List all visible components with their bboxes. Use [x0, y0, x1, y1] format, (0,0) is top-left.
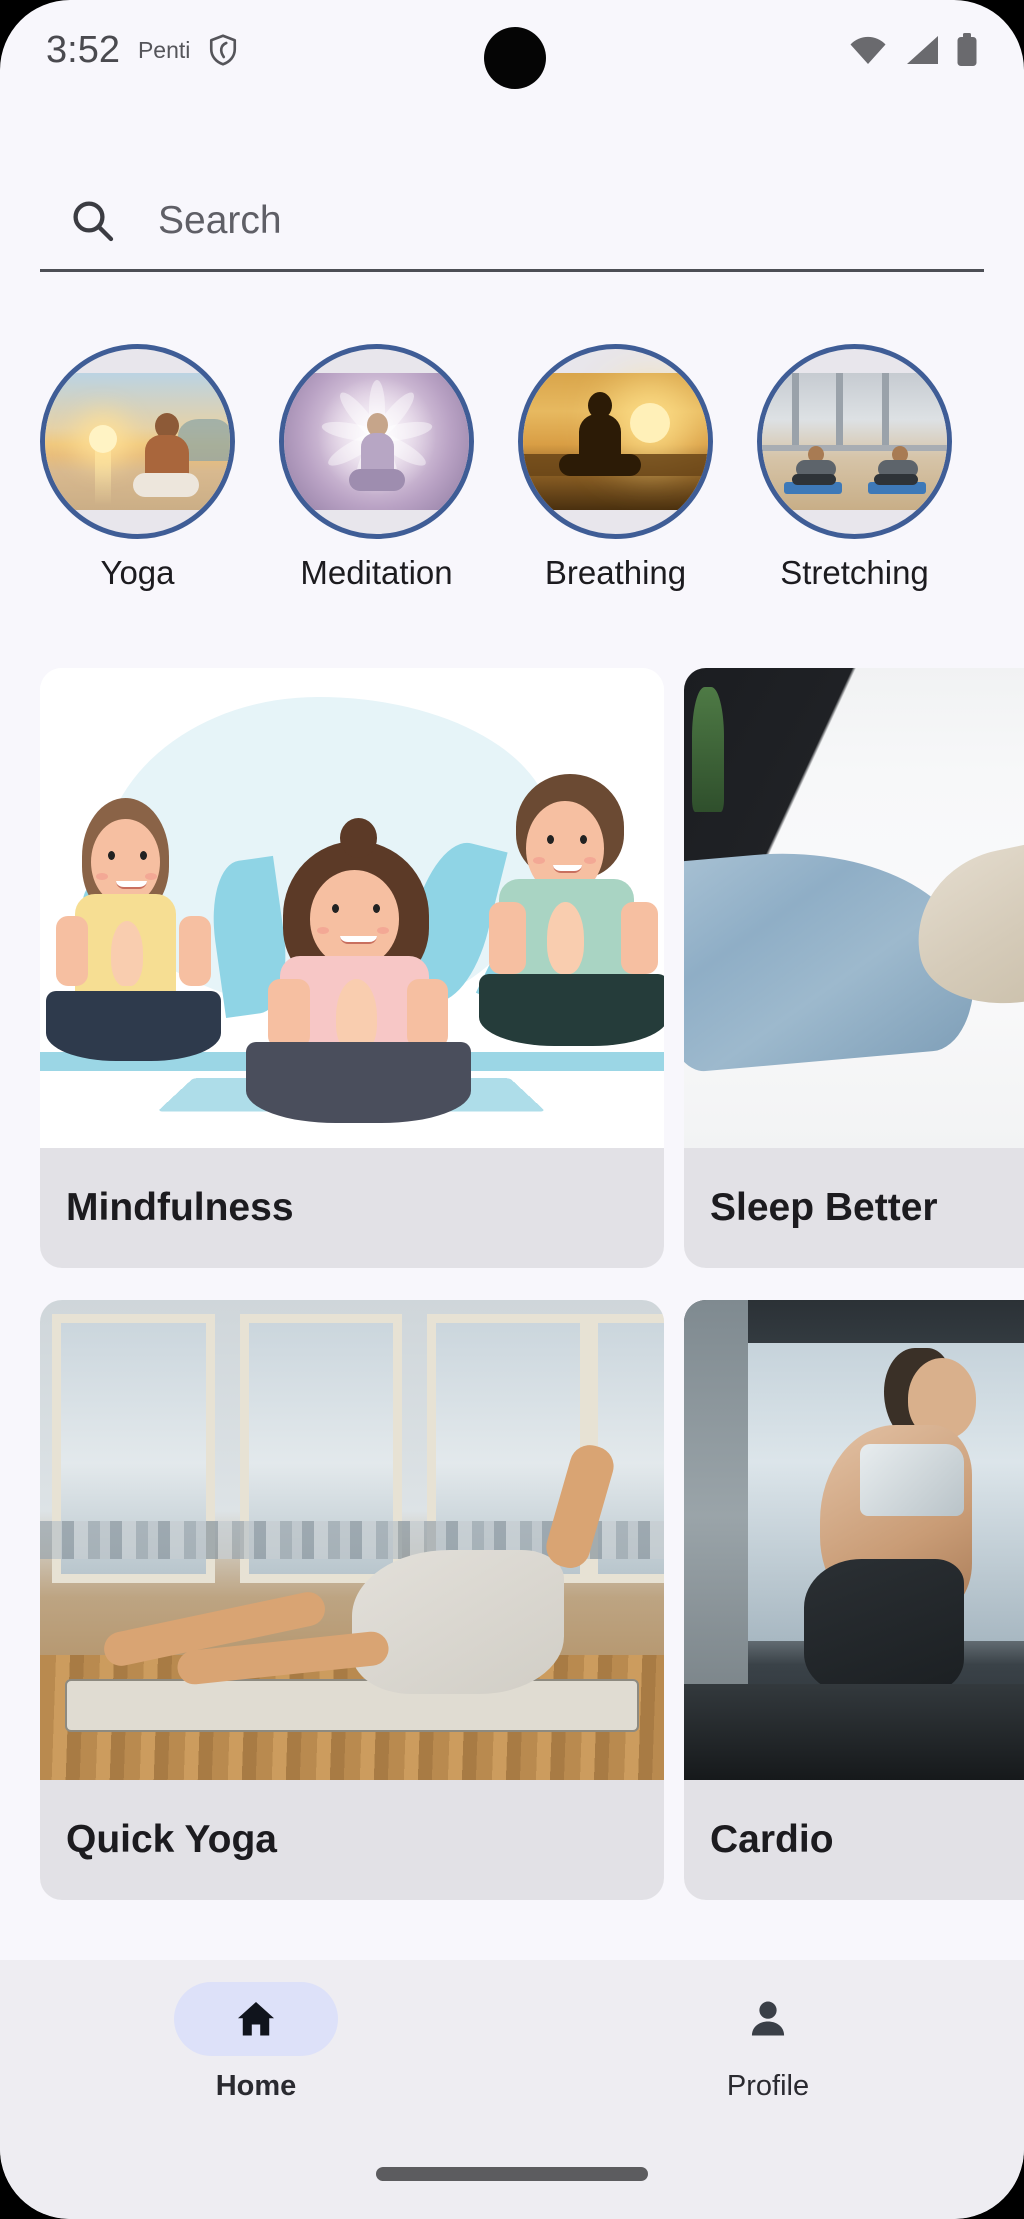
card-title: Sleep Better [710, 1186, 938, 1229]
phone-screen: 3:52 Penti Search Yoga Meditation Breath… [0, 0, 1024, 2219]
wifi-icon [848, 35, 888, 65]
card-label-bar: Quick Yoga [40, 1780, 664, 1900]
category-label: Breathing [544, 554, 687, 591]
stretching-thumbnail-image [762, 373, 947, 510]
shield-icon [208, 33, 238, 67]
card-title: Quick Yoga [66, 1818, 277, 1861]
nav-label-home: Home [215, 2070, 297, 2102]
battery-icon [956, 33, 978, 67]
card-mindfulness[interactable]: Mindfulness [40, 668, 664, 1268]
category-row: Yoga Meditation Breathing Stretching [0, 344, 1024, 634]
camera-cutout [484, 27, 546, 89]
category-label: Yoga [100, 554, 175, 591]
nav-active-pill-home[interactable] [174, 1982, 338, 2056]
card-label-bar: Sleep Better [684, 1148, 1024, 1268]
category-label: Stretching [780, 554, 929, 591]
search-bar[interactable] [40, 172, 984, 272]
nav-pill-profile[interactable] [686, 1982, 850, 2056]
home-icon [233, 1996, 279, 2042]
breathing-thumbnail-image [523, 373, 708, 510]
card-sleep-better[interactable]: Sleep Better [684, 668, 1024, 1268]
content-card-grid: Mindfulness Sleep Better Quick Yoga Card… [0, 668, 1024, 1938]
bottom-nav-items: Home Profile [0, 1960, 1024, 2130]
category-avatar-meditation[interactable] [279, 344, 474, 539]
cellular-signal-icon [905, 35, 939, 65]
cardio-image [684, 1300, 1024, 1780]
category-avatar-breathing[interactable] [518, 344, 713, 539]
category-item-yoga[interactable]: Yoga [40, 344, 235, 592]
category-label: Meditation [300, 554, 453, 591]
card-cardio[interactable]: Cardio [684, 1300, 1024, 1900]
status-bar-left: 3:52 Penti [46, 29, 238, 72]
category-item-breathing[interactable]: Breathing [518, 344, 713, 592]
category-item-stretching[interactable]: Stretching [757, 344, 952, 592]
bottom-navigation-bar: Home Profile [0, 1960, 1024, 2219]
person-icon [745, 1996, 791, 2042]
gesture-handle-bar[interactable] [376, 2167, 648, 2181]
search-input[interactable] [158, 190, 918, 251]
status-carrier-label: Penti [137, 36, 191, 63]
mindfulness-image [40, 668, 664, 1148]
meditation-thumbnail-image [284, 373, 469, 510]
status-bar-right [848, 33, 978, 67]
sleep-better-image [684, 668, 1024, 1148]
card-quick-yoga[interactable]: Quick Yoga [40, 1300, 664, 1900]
status-clock: 3:52 [46, 28, 120, 71]
category-item-meditation[interactable]: Meditation [279, 344, 474, 592]
card-label-bar: Mindfulness [40, 1148, 664, 1268]
category-avatar-yoga[interactable] [40, 344, 235, 539]
yoga-thumbnail-image [45, 373, 230, 510]
category-avatar-stretching[interactable] [757, 344, 952, 539]
card-title: Cardio [710, 1818, 834, 1861]
nav-item-profile[interactable]: Profile [512, 1960, 1024, 2130]
card-label-bar: Cardio [684, 1780, 1024, 1900]
card-title: Mindfulness [66, 1186, 294, 1229]
nav-label-profile: Profile [726, 2070, 810, 2102]
quick-yoga-image [40, 1300, 664, 1780]
search-icon [40, 198, 116, 244]
nav-item-home[interactable]: Home [0, 1960, 512, 2130]
